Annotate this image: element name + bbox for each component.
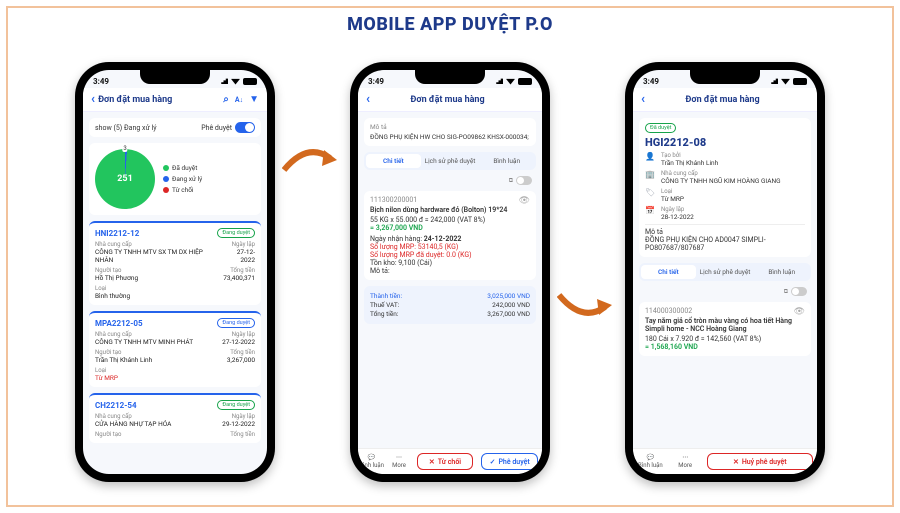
status-badge: Đã duyệt <box>645 123 676 133</box>
approve-button[interactable]: ✓Phê duyệt <box>481 453 538 470</box>
copy-icon[interactable]: ⧉ <box>784 288 788 296</box>
battery-icon <box>243 78 257 85</box>
search-icon[interactable]: ⌕ <box>223 94 229 105</box>
more-icon: ⋯ <box>682 454 688 461</box>
po-code: HGI2212-08 <box>645 136 805 149</box>
tab-detail[interactable]: Chi tiết <box>641 265 696 279</box>
eye-icon[interactable]: 👁 <box>519 196 530 206</box>
chat-icon: 💬 <box>368 454 375 461</box>
chat-icon: 💬 <box>647 454 654 461</box>
toggle[interactable] <box>791 287 807 296</box>
phone-frame-approved: 3:49 ‹Đơn đặt mua hàng Đã duyệt HGI2212-… <box>625 62 825 482</box>
header-title: Đơn đặt mua hàng <box>98 95 217 105</box>
info-card: Đã duyệt HGI2212-08 👤Tạo bởiTrần Thị Khá… <box>639 118 811 257</box>
tabs: Chi tiết Lịch sử phê duyệt Bình luận <box>639 263 811 281</box>
footer-comment[interactable]: 💬Bình luận <box>358 449 385 474</box>
header-title: Đơn đặt mua hàng <box>373 95 522 105</box>
filter-text: show (5) Đang xử lý <box>95 124 157 132</box>
tag-icon: 🏷 <box>645 188 655 197</box>
approve-toggle[interactable] <box>235 122 255 133</box>
eye-icon[interactable]: 👁 <box>794 307 805 317</box>
phone-frame-detail: 3:49 ‹Đơn đặt mua hàng Mô tả ĐỒNG PHỤ KI… <box>350 62 550 482</box>
cancel-approve-button[interactable]: ✕Huỷ phê duyệt <box>707 453 813 470</box>
back-icon[interactable]: ‹ <box>366 92 370 107</box>
legend: Đã duyệt Đang xử lý Từ chối <box>163 164 202 194</box>
wifi-icon <box>231 78 240 85</box>
po-card[interactable]: HNI2212-12Đang duyệt Nhà cung cấpCÔNG TY… <box>89 221 261 305</box>
close-icon: ✕ <box>429 458 435 466</box>
line-item-card[interactable]: 👁 111300200001 Bịch nilon dùng hardware … <box>364 191 536 280</box>
check-icon: ✓ <box>490 458 496 466</box>
po-card[interactable]: CH2212-54Đang duyệt Nhà cung cấpCỬA HÀNG… <box>89 393 261 443</box>
tab-detail[interactable]: Chi tiết <box>366 154 421 168</box>
signal-icon <box>219 78 228 84</box>
building-icon: 🏢 <box>645 170 655 179</box>
tab-history[interactable]: Lịch sử phê duyệt <box>698 265 753 279</box>
toggle[interactable] <box>516 176 532 185</box>
tab-comment[interactable]: Bình luận <box>479 154 534 168</box>
page-title: MOBILE APP DUYỆT P.O <box>0 14 900 35</box>
arrow-icon <box>557 285 617 325</box>
back-icon[interactable]: ‹ <box>91 92 95 107</box>
header: ‹ Đơn đặt mua hàng ⌕ A↓ ▼ <box>83 88 267 112</box>
pie-chart: 3 251 <box>95 149 155 209</box>
status-badge: Đang duyệt <box>217 228 255 238</box>
totals-card: Thành tiền:3,025,000 VND Thuế VAT:242,00… <box>364 286 536 324</box>
tab-comment[interactable]: Bình luận <box>754 265 809 279</box>
chart-card: 3 251 Đã duyệt Đang xử lý Từ chối <box>89 143 261 215</box>
filter-icon[interactable]: ▼ <box>249 94 259 105</box>
sort-icon[interactable]: A↓ <box>235 96 243 104</box>
header-title: Đơn đặt mua hàng <box>648 95 797 105</box>
more-icon: ⋯ <box>396 454 402 461</box>
status-badge: Đang duyệt <box>217 318 255 328</box>
calendar-icon: 📅 <box>645 206 655 215</box>
footer-more[interactable]: ⋯More <box>385 449 412 474</box>
back-icon[interactable]: ‹ <box>641 92 645 107</box>
line-item-card[interactable]: 👁 114000300002 Tay nắm giả cổ tròn màu v… <box>639 302 811 356</box>
filter-bar: show (5) Đang xử lý Phê duyệt <box>89 118 261 137</box>
tabs: Chi tiết Lịch sử phê duyệt Bình luận <box>364 152 536 170</box>
copy-icon[interactable]: ⧉ <box>509 177 513 185</box>
status-badge: Đang duyệt <box>217 400 255 410</box>
tab-history[interactable]: Lịch sử phê duyệt <box>423 154 478 168</box>
description-card: Mô tả ĐỒNG PHỤ KIỆN HW CHO SIG-PO09862 K… <box>364 118 536 146</box>
reject-button[interactable]: ✕Từ chối <box>417 453 474 470</box>
user-icon: 👤 <box>645 152 655 161</box>
phone-frame-list: 3:49 ‹ Đơn đặt mua hàng ⌕ A↓ ▼ show (5) … <box>75 62 275 482</box>
footer-more[interactable]: ⋯More <box>668 449 703 474</box>
footer-comment[interactable]: 💬Bình luận <box>633 449 668 474</box>
approve-toggle-label: Phê duyệt <box>201 124 232 132</box>
footer-bar: 💬Bình luận ⋯More ✕Từ chối ✓Phê duyệt <box>358 448 542 474</box>
po-card[interactable]: MPA2212-05Đang duyệt Nhà cung cấpCÔNG TY… <box>89 311 261 387</box>
arrow-icon <box>282 140 342 180</box>
close-icon: ✕ <box>733 458 739 466</box>
canvas: MOBILE APP DUYỆT P.O 3:49 ‹ Đơn đặt mua … <box>0 0 900 513</box>
